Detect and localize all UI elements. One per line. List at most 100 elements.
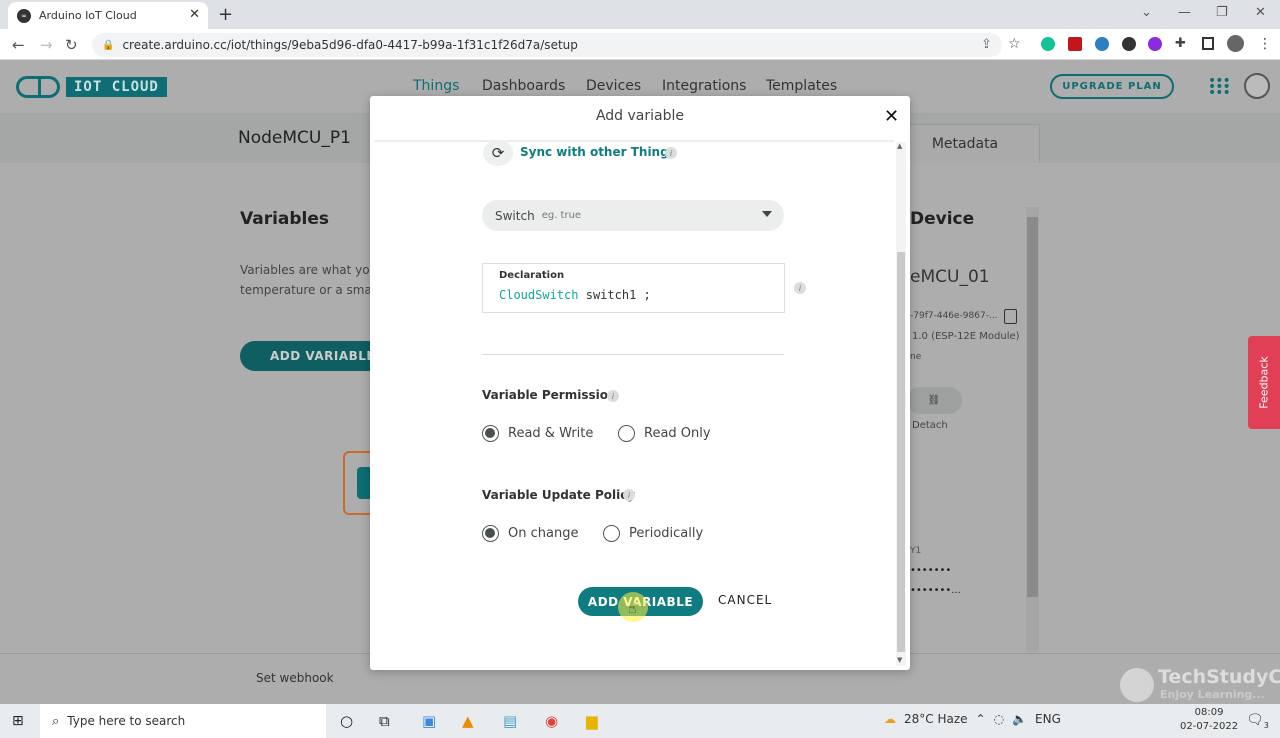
radio-on-change[interactable]: On change <box>482 525 578 542</box>
close-tab-icon[interactable]: ✕ <box>189 7 200 22</box>
policy-info-icon[interactable]: i <box>623 489 635 501</box>
detach-link-icon: ⛓ <box>927 395 941 406</box>
taskbar-clock[interactable]: 08:09 02-07-2022 <box>1180 706 1238 734</box>
vlc-icon[interactable]: ▲ <box>462 712 474 730</box>
minimize-icon[interactable]: — <box>1178 5 1191 20</box>
tab-search-icon[interactable]: ⌄ <box>1141 5 1152 20</box>
copy-icon[interactable] <box>1004 309 1017 324</box>
dialog-title: Add variable <box>595 108 685 124</box>
side-panel-icon[interactable] <box>1202 37 1214 50</box>
radio-read-write[interactable]: Read & Write <box>482 425 593 442</box>
update-policy-label: Variable Update Policy <box>482 488 636 502</box>
user-avatar[interactable] <box>1244 73 1270 99</box>
taskbar-search[interactable]: ⌕ Type here to search <box>40 704 326 738</box>
browser-menu-icon[interactable]: ⋮ <box>1258 36 1272 52</box>
share-icon[interactable]: ⇪ <box>981 37 992 52</box>
dialog-scrollbar[interactable]: ▲ ▼ <box>896 142 906 666</box>
feedback-button[interactable]: Feedback <box>1248 336 1280 429</box>
add-variable-dialog: Add variable ✕ ▲ ▼ ⟳ Sync with other Thi… <box>370 96 910 670</box>
detach-button[interactable]: ⛓ <box>906 387 962 414</box>
k-extension-icon[interactable] <box>1122 37 1136 51</box>
device-status: ne <box>910 352 922 362</box>
back-icon[interactable]: ← <box>12 36 25 54</box>
declaration-info-icon[interactable]: i <box>794 282 806 294</box>
hand-cursor-icon: ☝ <box>628 601 637 617</box>
url-text: create.arduino.cc/iot/things/9eba5d96-df… <box>122 38 578 52</box>
apps-grid-icon[interactable]: ••• ••• ••• <box>1208 74 1231 100</box>
background-scrollbar[interactable] <box>1026 207 1039 652</box>
masked-secret: •••••••... <box>910 585 961 596</box>
browser-tab[interactable]: ∞ Arduino IoT Cloud ✕ <box>8 2 208 29</box>
volume-icon[interactable]: 🔈 <box>1012 712 1027 726</box>
detach-label: Detach <box>912 420 948 431</box>
variable-type-value: Switch <box>495 208 535 223</box>
show-hidden-icons[interactable]: ⌃ <box>976 712 986 726</box>
scroll-down-icon[interactable]: ▼ <box>897 656 902 664</box>
bookmark-star-icon[interactable]: ☆ <box>1008 36 1021 52</box>
network-ssid: Y1 <box>910 546 922 556</box>
radio-unselected-icon <box>618 425 635 442</box>
extensions-puzzle-icon[interactable]: ✚ <box>1175 36 1186 51</box>
radio-selected-icon <box>482 525 499 542</box>
device-model: 1.0 (ESP-12E Module) <box>912 331 1020 342</box>
permission-label: Variable Permission <box>482 388 617 402</box>
weather-text[interactable]: 28°C Haze <box>904 712 968 726</box>
maximize-icon[interactable]: ❐ <box>1216 5 1228 20</box>
tab-metadata[interactable]: Metadata <box>890 124 1040 163</box>
declaration-code: CloudSwitch switch1 ; <box>499 288 651 302</box>
notifications-icon[interactable]: 🗨3 <box>1246 712 1269 730</box>
arduino-logo[interactable]: IOT CLOUD <box>16 76 167 98</box>
radio-periodically[interactable]: Periodically <box>603 525 703 542</box>
nav-devices[interactable]: Devices <box>586 78 641 94</box>
sync-icon[interactable]: ⟳ <box>483 140 513 166</box>
pc-app-icon[interactable]: ▣ <box>422 712 436 730</box>
section-divider <box>482 354 784 355</box>
task-view-icon[interactable]: ⧉ <box>379 712 390 730</box>
file-explorer-icon[interactable]: ▆ <box>586 712 598 730</box>
nav-integrations[interactable]: Integrations <box>662 78 746 94</box>
sync-with-other-things-link[interactable]: Sync with other Things <box>520 145 676 159</box>
forward-icon[interactable]: → <box>40 36 53 54</box>
url-bar[interactable]: 🔒 create.arduino.cc/iot/things/9eba5d96-… <box>92 33 1002 57</box>
close-window-icon[interactable]: ✕ <box>1255 5 1266 20</box>
language-indicator[interactable]: ENG <box>1035 712 1061 726</box>
grammarly-extension-icon[interactable] <box>1041 37 1055 51</box>
windows-start-icon[interactable]: ⊞ <box>12 713 24 729</box>
device-heading: Device <box>910 209 975 229</box>
dialog-divider <box>374 140 894 142</box>
pdf-extension-icon[interactable] <box>1068 37 1082 51</box>
cortana-icon[interactable]: ○ <box>340 712 353 730</box>
radio-read-only[interactable]: Read Only <box>618 425 711 442</box>
network-icon[interactable]: ◌ <box>994 712 1004 726</box>
notepad-icon[interactable]: ▤ <box>503 712 517 730</box>
variables-description: Variables are what you temperature or a … <box>240 263 370 297</box>
background-add-variable-button[interactable]: ADD VARIABLE <box>240 341 380 371</box>
radio-unselected-icon <box>603 525 620 542</box>
scroll-up-icon[interactable]: ▲ <box>897 142 902 150</box>
arduino-infinity-icon <box>16 76 60 98</box>
chrome-icon[interactable]: ◉ <box>545 712 558 730</box>
tab-title: Arduino IoT Cloud <box>39 9 137 22</box>
variable-type-select[interactable]: Switch eg. true <box>482 200 784 231</box>
close-dialog-icon[interactable]: ✕ <box>884 106 899 127</box>
permission-info-icon[interactable]: i <box>607 390 619 402</box>
nav-templates[interactable]: Templates <box>766 78 837 94</box>
weather-icon: ☁ <box>884 712 896 726</box>
new-tab-button[interactable]: + <box>218 4 233 25</box>
reload-icon[interactable]: ↻ <box>65 36 78 54</box>
nav-dashboards[interactable]: Dashboards <box>482 78 565 94</box>
profile-avatar[interactable] <box>1227 35 1244 52</box>
declaration-label: Declaration <box>499 270 565 281</box>
device-id: -79f7-446e-9867-... <box>910 311 998 321</box>
nav-things[interactable]: Things <box>413 78 459 94</box>
globe-extension-icon[interactable] <box>1095 37 1109 51</box>
set-webhook-link[interactable]: Set webhook <box>256 671 334 685</box>
lock-icon: 🔒 <box>102 39 115 51</box>
search-icon: ⌕ <box>52 713 60 729</box>
sync-info-icon[interactable]: i <box>665 147 677 159</box>
cancel-button[interactable]: CANCEL <box>718 593 772 607</box>
declaration-box: Declaration CloudSwitch switch1 ; <box>482 263 785 313</box>
w-extension-icon[interactable] <box>1148 37 1162 51</box>
thing-name[interactable]: NodeMCU_P1 <box>238 128 351 148</box>
upgrade-plan-button[interactable]: UPGRADE PLAN <box>1050 74 1174 99</box>
